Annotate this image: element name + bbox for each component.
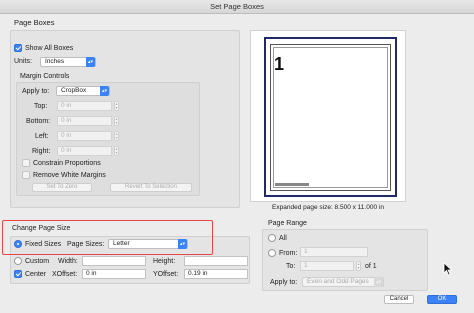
from-radio[interactable] — [268, 249, 276, 257]
page-range-label: Page Range — [268, 220, 307, 227]
right-field[interactable]: 0 in — [57, 146, 112, 156]
page-boxes-label: Page Boxes — [14, 18, 55, 27]
expanded-page-size: Expanded page size: 8.500 x 11.000 in — [272, 204, 384, 211]
apply-to-value: CropBox — [61, 87, 87, 94]
fixed-sizes-row[interactable]: Fixed Sizes — [14, 240, 61, 248]
custom-radio[interactable] — [14, 257, 22, 265]
all-radio[interactable] — [268, 234, 276, 242]
title-bar: Set Page Boxes — [0, 0, 474, 14]
to-stepper[interactable]: ▴ ▾ — [356, 261, 361, 271]
custom-label: Custom — [25, 257, 50, 265]
range-apply-to-label: Apply to: — [270, 279, 298, 286]
remove-white-checkbox[interactable] — [22, 171, 30, 179]
from-label: From: — [279, 249, 298, 257]
fixed-sizes-radio[interactable] — [14, 240, 22, 248]
show-all-boxes-checkbox[interactable] — [14, 44, 22, 52]
from-row[interactable]: From: — [268, 249, 297, 257]
custom-row[interactable]: Custom — [14, 257, 49, 265]
remove-white-row[interactable]: Remove White Margins — [22, 171, 106, 179]
of-label: of 1 — [365, 263, 377, 270]
center-checkbox[interactable] — [14, 270, 22, 278]
show-all-boxes-row[interactable]: Show All Boxes — [14, 44, 73, 52]
from-field[interactable]: 1 — [300, 247, 368, 257]
preview-crop-box: 1 — [270, 44, 391, 191]
fixed-sizes-label: Fixed Sizes — [25, 240, 62, 248]
height-label: Height: — [153, 258, 176, 265]
yoffset-label: YOffset: — [153, 271, 179, 278]
set-to-zero-button[interactable]: Set To Zero — [32, 183, 92, 192]
width-field[interactable] — [82, 256, 146, 266]
chevron-updown-icon: ▴▾ — [374, 277, 383, 287]
apply-to-select[interactable]: CropBox ▴▾ — [56, 86, 110, 96]
range-apply-to-select[interactable]: Even and Odd Pages ▴▾ — [302, 277, 384, 287]
mouse-cursor-icon — [443, 262, 453, 276]
yoffset-field[interactable]: 0.19 in — [184, 269, 248, 279]
width-label: Width: — [58, 258, 78, 265]
margin-controls-label: Margin Controls — [20, 73, 70, 80]
constrain-checkbox[interactable] — [22, 159, 30, 167]
top-stepper[interactable]: ▴ ▾ — [114, 101, 119, 111]
left-field[interactable]: 0 in — [57, 131, 112, 141]
cancel-button[interactable]: Cancel — [384, 295, 414, 304]
chevron-updown-icon: ▴▾ — [100, 86, 109, 96]
show-all-boxes-label: Show All Boxes — [25, 44, 74, 52]
remove-white-label: Remove White Margins — [33, 171, 106, 179]
all-label: All — [279, 234, 287, 242]
xoffset-label: XOffset: — [52, 271, 78, 278]
preview-trim-box — [273, 47, 388, 188]
units-label: Units: — [14, 58, 32, 65]
top-label: Top: — [34, 103, 48, 110]
page-sizes-label: Page Sizes: — [67, 241, 105, 248]
preview-footer-mark — [275, 183, 309, 186]
apply-to-label: Apply to: — [22, 88, 50, 95]
xoffset-field[interactable]: 0 in — [82, 269, 146, 279]
range-apply-to-value: Even and Odd Pages — [307, 278, 369, 285]
right-stepper[interactable]: ▴ ▾ — [114, 146, 119, 156]
preview-page: 1 — [264, 37, 397, 197]
chevron-updown-icon: ▴▾ — [86, 57, 95, 67]
change-page-size-label: Change Page Size — [12, 225, 71, 232]
height-field[interactable] — [184, 256, 248, 266]
bottom-label: Bottom: — [26, 118, 51, 125]
center-label: Center — [25, 270, 47, 278]
bottom-stepper[interactable]: ▴ ▾ — [114, 116, 119, 126]
center-row[interactable]: Center — [14, 270, 46, 278]
constrain-row[interactable]: Constrain Proportions — [22, 159, 101, 167]
preview-page-number: 1 — [274, 54, 285, 74]
window-title: Set Page Boxes — [210, 2, 264, 11]
revert-button[interactable]: Revert To Selection — [110, 183, 192, 192]
ok-button[interactable]: OK — [427, 295, 457, 304]
left-label: Left: — [35, 133, 49, 140]
page-sizes-select[interactable]: Letter ▴▾ — [108, 239, 188, 249]
bottom-field[interactable]: 0 in — [57, 116, 112, 126]
left-stepper[interactable]: ▴ ▾ — [114, 131, 119, 141]
chevron-updown-icon: ▴▾ — [178, 239, 187, 249]
to-label: To: — [286, 263, 296, 270]
all-row[interactable]: All — [268, 234, 287, 242]
right-label: Right: — [32, 148, 51, 155]
page-sizes-value: Letter — [113, 240, 130, 247]
top-field[interactable]: 0 in — [57, 101, 112, 111]
units-select[interactable]: Inches ▴▾ — [40, 57, 96, 67]
units-value: Inches — [45, 58, 65, 65]
constrain-label: Constrain Proportions — [33, 159, 101, 167]
to-field[interactable]: 1 — [300, 261, 354, 271]
